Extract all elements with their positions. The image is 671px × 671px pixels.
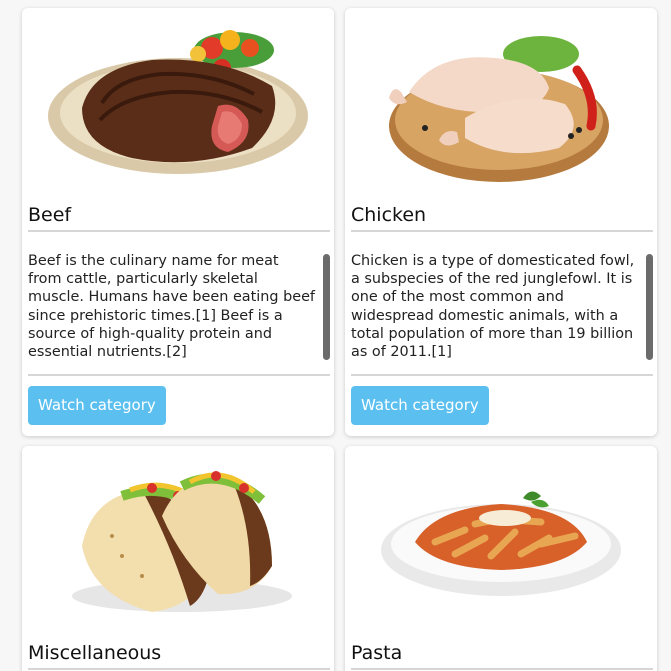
watch-category-button[interactable]: Watch category <box>28 386 166 425</box>
category-title: Miscellaneous <box>28 640 330 670</box>
tacos-image <box>22 446 334 636</box>
description-scrollbar[interactable] <box>323 254 330 360</box>
beef-image <box>22 8 334 198</box>
category-title: Pasta <box>351 640 653 670</box>
category-description: Beef is the culinary name for meat from … <box>28 253 315 361</box>
category-description: Chicken is a type of domesticated fowl, … <box>351 253 635 361</box>
category-card-beef: Beef Beef is the culinary name for meat … <box>22 8 334 436</box>
description-box[interactable]: Chicken is a type of domesticated fowl, … <box>351 252 653 376</box>
category-title: Beef <box>28 202 330 232</box>
description-box[interactable]: Beef is the culinary name for meat from … <box>28 252 330 376</box>
watch-category-button[interactable]: Watch category <box>351 386 489 425</box>
chicken-image <box>345 8 657 198</box>
description-scrollbar[interactable] <box>646 254 653 360</box>
category-card-chicken: Chicken Chicken is a type of domesticate… <box>345 8 657 436</box>
category-card-pasta: Pasta <box>345 446 657 671</box>
category-title: Chicken <box>351 202 653 232</box>
pasta-image <box>345 446 657 636</box>
category-card-miscellaneous: Miscellaneous <box>22 446 334 671</box>
